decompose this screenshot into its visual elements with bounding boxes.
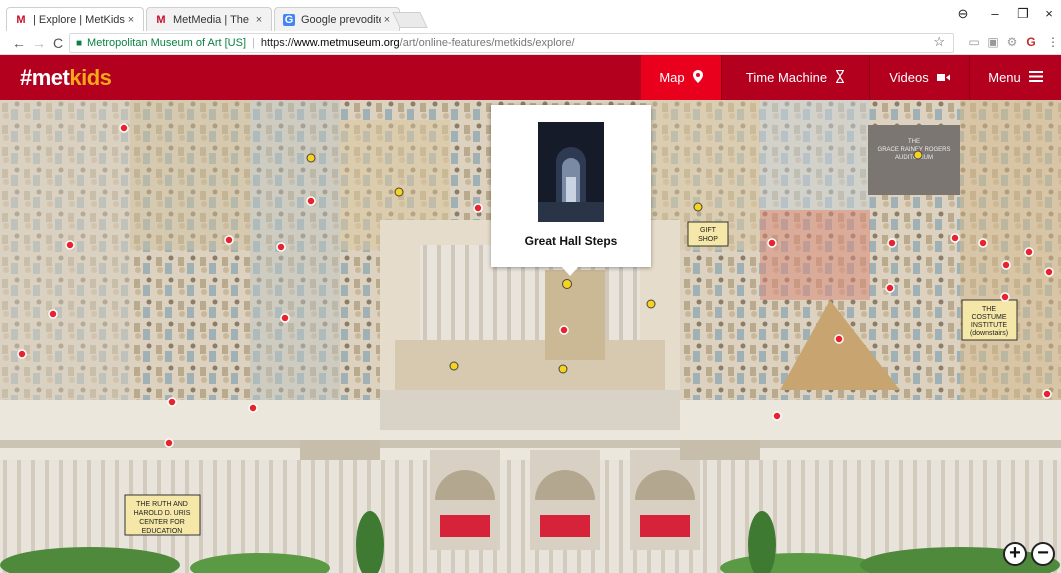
account-icon[interactable]: ⊖ xyxy=(953,6,973,22)
tab-title: | Explore | MetKids | The xyxy=(33,13,125,26)
auditorium-sign-line1: THE xyxy=(908,139,920,145)
auditorium-sign-line2: GRACE RAINEY ROGERS xyxy=(878,147,951,153)
nav-time-machine-label: Time Machine xyxy=(745,70,828,85)
hamburger-menu-icon xyxy=(1028,70,1043,85)
reload-button[interactable]: C xyxy=(49,33,67,53)
great-hall-steps-thumbnail[interactable] xyxy=(538,122,604,222)
metkids-header: #metkids Map Time Machine Videos Menu xyxy=(0,55,1061,100)
museum-illustrated-map[interactable]: THE RUTH AND HAROLD D. URIS CENTER FOR E… xyxy=(0,100,1061,573)
hourglass-icon xyxy=(835,69,845,86)
tab-explore-metkids[interactable]: M | Explore | MetKids | The × xyxy=(6,7,144,31)
nav-videos[interactable]: Videos xyxy=(870,55,969,100)
extension-cast-icon[interactable]: ▭ xyxy=(967,35,981,51)
forward-button[interactable]: → xyxy=(30,33,48,53)
minimize-button[interactable]: – xyxy=(985,6,1005,21)
costume-sign-line3: INSTITUTE xyxy=(971,322,1007,329)
extension-g-icon[interactable]: G xyxy=(1024,35,1038,51)
costume-sign-line4: (downstairs) xyxy=(970,330,1008,337)
costume-sign-line2: COSTUME xyxy=(972,314,1007,321)
url-scheme: https:// xyxy=(260,37,294,49)
bookmark-star-icon[interactable]: ☆ xyxy=(933,34,945,50)
browser-tab-bar: M | Explore | MetKids | The × M MetMedia… xyxy=(0,0,1061,31)
site-identity: Metropolitan Museum of Art [US] xyxy=(87,37,246,49)
logo-kids: kids xyxy=(69,65,112,90)
tab-title: Google prevoditelj xyxy=(301,13,381,26)
chrome-menu-icon[interactable]: ⋮ xyxy=(1046,35,1060,51)
maximize-button[interactable]: ❐ xyxy=(1013,6,1033,22)
tab-google-translate[interactable]: G Google prevoditelj × xyxy=(274,7,400,31)
logo-hash-met: #met xyxy=(20,65,70,90)
nav-menu[interactable]: Menu xyxy=(970,55,1061,100)
back-button[interactable]: ← xyxy=(10,33,28,53)
close-window-button[interactable]: × xyxy=(1039,6,1059,21)
tab-title: MetMedia | The Metropo xyxy=(173,13,253,26)
nav-map-label: Map xyxy=(659,70,685,85)
nav-map[interactable]: Map xyxy=(641,55,721,100)
extension-gear-icon[interactable]: ⚙ xyxy=(1005,35,1019,51)
gift-shop-sign-line2: SHOP xyxy=(698,236,718,243)
metkids-logo[interactable]: #metkids xyxy=(20,65,112,91)
met-favicon-icon: M xyxy=(16,13,26,26)
nav-time-machine[interactable]: Time Machine xyxy=(722,55,869,100)
zoom-in-button[interactable]: + xyxy=(1003,542,1027,566)
address-bar[interactable]: ■ Metropolitan Museum of Art [US] | http… xyxy=(69,33,954,53)
extension-lock-icon[interactable]: ▣ xyxy=(986,35,1000,51)
nav-videos-label: Videos xyxy=(889,70,929,85)
address-separator: | xyxy=(252,37,255,49)
education-sign-line4: EDUCATION xyxy=(142,528,183,535)
zoom-out-button[interactable]: − xyxy=(1031,542,1055,566)
gift-shop-sign-line1: GIFT xyxy=(700,227,717,234)
map-pin-icon xyxy=(692,69,703,86)
popup-title: Great Hall Steps xyxy=(524,234,618,248)
translate-favicon-icon: G xyxy=(283,13,295,26)
url-text: https://www.metmuseum.org/art/online-fea… xyxy=(261,37,575,49)
close-icon[interactable]: × xyxy=(125,14,137,26)
costume-sign-line1: THE xyxy=(982,306,996,313)
browser-toolbar: ← → C ■ Metropolitan Museum of Art [US] … xyxy=(0,31,1061,55)
url-host: www.metmuseum.org xyxy=(293,37,400,49)
education-sign-line2: HAROLD D. URIS xyxy=(134,510,191,517)
lock-icon: ■ xyxy=(76,37,83,49)
met-favicon-icon: M xyxy=(156,13,166,26)
url-path: /art/online-features/metkids/explore/ xyxy=(399,37,575,49)
education-sign-line1: THE RUTH AND xyxy=(136,501,188,508)
nav-menu-label: Menu xyxy=(988,70,1021,85)
location-popup[interactable]: Great Hall Steps xyxy=(491,105,651,276)
tab-metmedia[interactable]: M MetMedia | The Metropo × xyxy=(146,7,272,31)
close-icon[interactable]: × xyxy=(253,14,265,26)
close-icon[interactable]: × xyxy=(381,14,393,26)
education-sign-line3: CENTER FOR xyxy=(139,519,185,526)
video-camera-icon xyxy=(936,70,950,85)
